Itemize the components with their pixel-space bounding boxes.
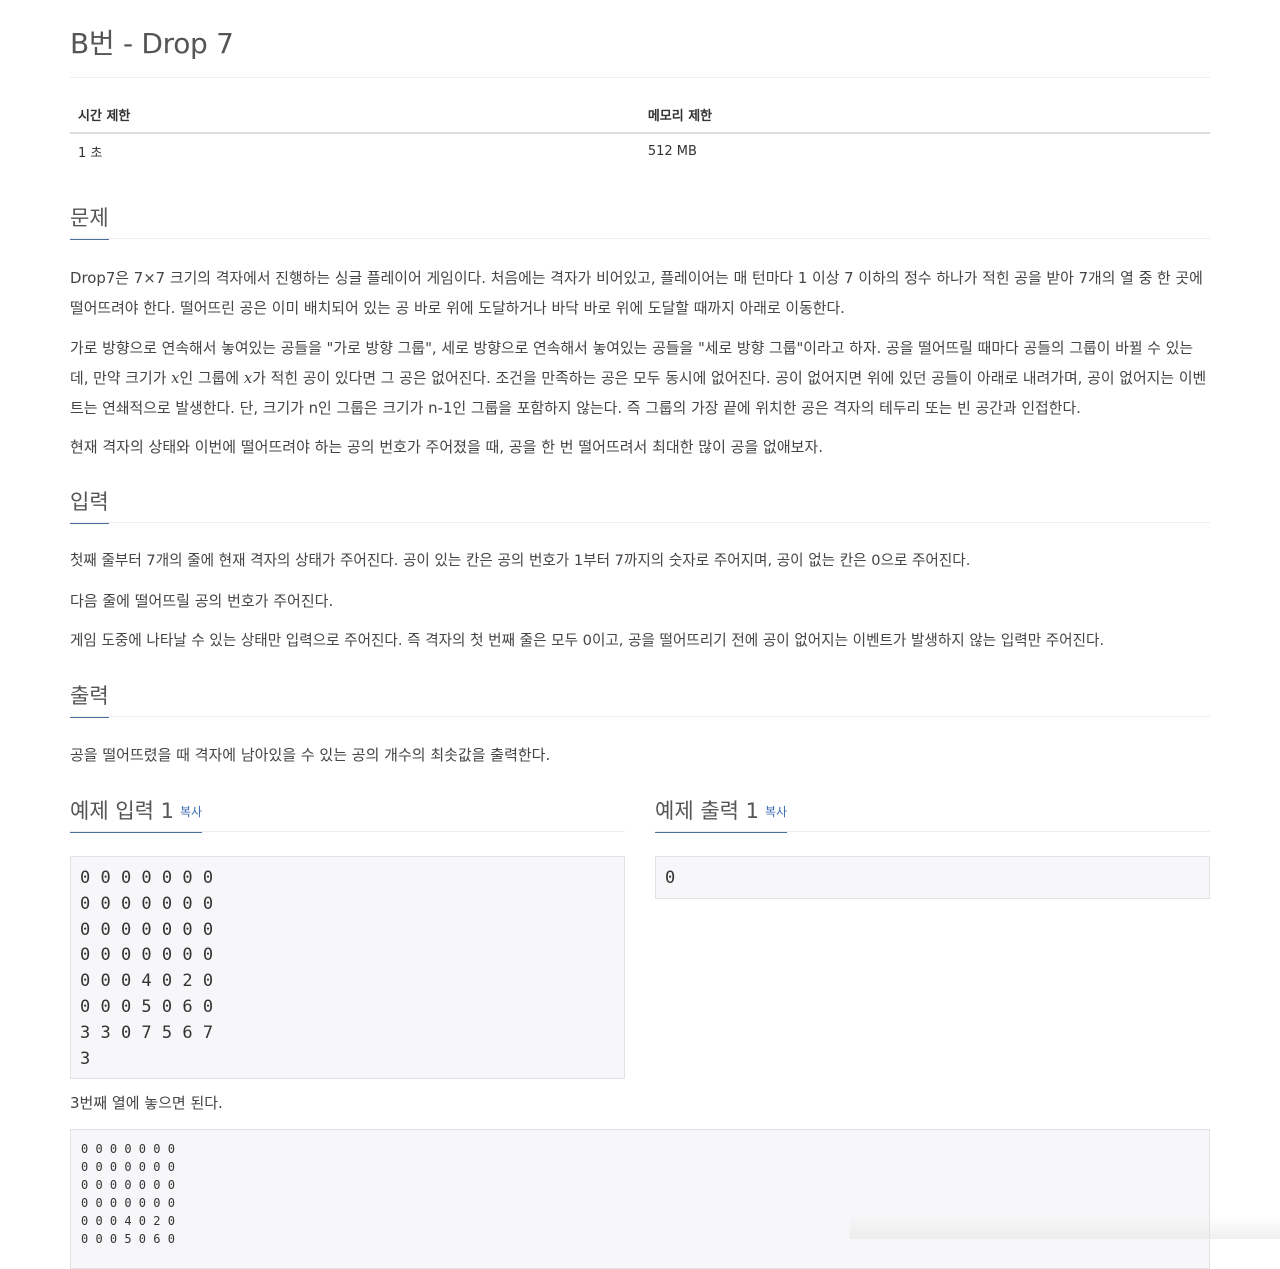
problem-title: B번 - Drop 7: [70, 27, 234, 60]
problem-text-part: 인 그룹에: [179, 369, 244, 387]
problem-paragraph-3: 현재 격자의 상태와 이번에 떨어뜨려야 하는 공의 번호가 주어졌을 때, 공…: [70, 438, 823, 456]
explanation-grid-box: 0 0 0 0 0 0 0 0 0 0 0 0 0 0 0 0 0 0 0 0 …: [70, 1129, 1210, 1269]
input-paragraph-3: 게임 도중에 나타날 수 있는 상태만 입력으로 주어진다. 즉 격자의 첫 번…: [70, 632, 1105, 649]
time-limit-header: 시간 제한: [70, 96, 640, 134]
sample-output-box[interactable]: 0: [655, 856, 1210, 899]
section-divider: [70, 716, 1210, 717]
math-variable-x: x: [171, 369, 180, 387]
memory-limit-header: 메모리 제한: [639, 96, 1210, 134]
copy-input-button[interactable]: 복사: [180, 805, 202, 819]
input-heading: 입력: [70, 486, 109, 524]
section-divider: [70, 831, 625, 832]
sample-output-header: 예제 출력 1 복사: [655, 795, 1210, 835]
sample-input-header: 예제 입력 1 복사: [70, 795, 625, 835]
sample-input-heading: 예제 입력 1 복사: [70, 795, 203, 833]
explanation-grid-text: 0 0 0 0 0 0 0 0 0 0 0 0 0 0 0 0 0 0 0 0 …: [81, 1142, 175, 1246]
copy-output-button[interactable]: 복사: [765, 805, 787, 819]
problem-section-header: 문제: [70, 202, 1210, 242]
input-paragraph-2: 다음 줄에 떨어뜨릴 공의 번호가 주어진다.: [70, 592, 334, 610]
problem-paragraph-2: 가로 방향으로 연속해서 놓여있는 공들을 "가로 방향 그룹", 세로 방향으…: [70, 333, 1210, 423]
memory-limit-value: 512 MB: [647, 143, 697, 159]
problem-heading: 문제: [70, 202, 109, 240]
math-variable-x: x: [243, 369, 253, 387]
sample-output-heading: 예제 출력 1 복사: [655, 795, 788, 833]
section-divider: [70, 522, 1210, 523]
sample-output-text[interactable]: 0: [656, 857, 1209, 892]
input-paragraph-1: 첫째 줄부터 7개의 줄에 현재 격자의 상태가 주어진다. 공이 있는 칸은 …: [70, 552, 971, 569]
sample-input-title: 예제 입력 1: [70, 799, 174, 823]
sample-input-box[interactable]: 0 0 0 0 0 0 0 0 0 0 0 0 0 0 0 0 0 0 0 0 …: [70, 856, 625, 1079]
sample-output-title: 예제 출력 1: [655, 799, 759, 823]
input-section-header: 입력: [70, 486, 1210, 526]
section-divider: [655, 831, 1210, 832]
limits-table: 시간 제한 메모리 제한 1 초 512 MB: [70, 96, 1210, 168]
time-limit-value: 1 초: [78, 145, 103, 161]
sample-input-text[interactable]: 0 0 0 0 0 0 0 0 0 0 0 0 0 0 0 0 0 0 0 0 …: [71, 857, 624, 1072]
section-divider: [70, 238, 1210, 239]
problem-paragraph-1: Drop7은 7×7 크기의 격자에서 진행하는 싱글 플레이어 게임이다. 처…: [70, 269, 1203, 317]
title-divider: [70, 77, 1210, 78]
output-section-header: 출력: [70, 680, 1210, 720]
output-paragraph-1: 공을 떨어뜨렸을 때 격자에 남아있을 수 있는 공의 개수의 최솟값을 출력한…: [70, 746, 551, 764]
output-heading: 출력: [70, 680, 109, 718]
sample-explanation: 3번째 열에 놓으면 된다.: [70, 1094, 223, 1112]
